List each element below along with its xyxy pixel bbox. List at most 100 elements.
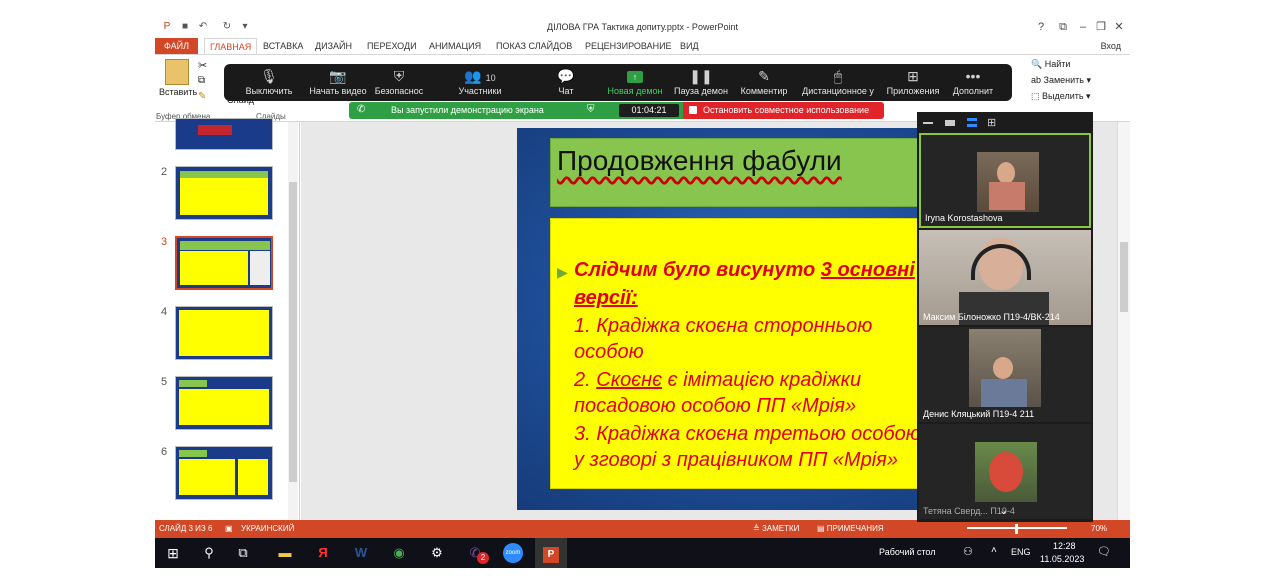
start-button[interactable]: ⊞ xyxy=(157,538,189,568)
chat-button[interactable]: 💬 Чат xyxy=(546,64,586,101)
stop-share-button[interactable]: Остановить совместное использование xyxy=(683,102,884,119)
task-view-icon[interactable]: ⧉ xyxy=(227,538,259,568)
clock-date[interactable]: 11.05.2023 xyxy=(1040,554,1084,564)
minimize-view-icon[interactable] xyxy=(923,122,933,124)
tab-transitions[interactable]: ПЕРЕХОДИ xyxy=(362,38,422,54)
sign-in-link[interactable]: Вход xyxy=(1101,38,1121,54)
more-button[interactable]: ••• Дополнит xyxy=(946,64,1000,101)
tab-design[interactable]: ДИЗАЙН xyxy=(310,38,357,54)
paste-icon[interactable] xyxy=(165,59,189,85)
participant-tile[interactable]: Iryna Korostashova xyxy=(919,133,1091,228)
powerpoint-taskbar-icon[interactable]: P xyxy=(535,538,567,568)
chevron-up-icon[interactable]: ˄ xyxy=(991,545,997,556)
slide-thumbnail-selected[interactable] xyxy=(175,236,273,290)
slide-thumbnail[interactable] xyxy=(175,118,273,150)
phone-icon: ✆ xyxy=(357,104,366,115)
powerpoint-logo-icon: P xyxy=(543,547,559,563)
minimize-icon[interactable]: – xyxy=(1074,20,1092,34)
replace-button[interactable]: ab Заменить ▾ xyxy=(1031,75,1091,86)
strip-view-icon[interactable] xyxy=(967,118,977,127)
tab-insert[interactable]: ВСТАВКА xyxy=(258,38,308,54)
scrollbar-thumb[interactable] xyxy=(289,182,297,482)
spellcheck-icon[interactable]: ▣ xyxy=(225,520,233,538)
zoom-slider-thumb[interactable] xyxy=(1015,524,1018,534)
apps-button[interactable]: ⊞ Приложения xyxy=(882,64,944,101)
mute-button[interactable]: 🎙 Выключить xyxy=(238,64,300,101)
maximize-icon[interactable]: ❐ xyxy=(1092,20,1110,34)
format-painter-icon[interactable]: ✎ xyxy=(198,91,206,102)
chrome-icon[interactable]: ◉ xyxy=(383,538,415,568)
zoom-logo: zoom xyxy=(503,543,523,563)
language-indicator[interactable]: ENG xyxy=(1011,547,1031,557)
slide-thumbnail[interactable] xyxy=(175,376,273,430)
tab-slideshow[interactable]: ПОКАЗ СЛАЙДОВ xyxy=(491,38,577,54)
annotate-button[interactable]: ✎ Комментир xyxy=(736,64,792,101)
participants-button[interactable]: 👥 10 Участники xyxy=(450,64,510,101)
participants-icon: 👥 10 xyxy=(464,68,496,84)
notes-button[interactable]: ≜ ЗАМЕТКИ xyxy=(753,520,799,538)
tab-file[interactable]: ФАЙЛ xyxy=(155,38,199,54)
replace-label: Заменить xyxy=(1043,75,1084,85)
scrollbar-thumb[interactable] xyxy=(1120,242,1128,312)
zoom-app-icon[interactable]: zoom xyxy=(497,538,529,568)
thumb-title-block xyxy=(198,125,232,135)
slide-thumbnails-pane: 2 3 4 5 6 xyxy=(155,118,300,520)
select-button[interactable]: ⬚ Выделить ▾ xyxy=(1031,91,1091,102)
slide-line: версії: xyxy=(574,287,638,309)
canvas-scrollbar[interactable] xyxy=(1117,122,1130,520)
people-icon[interactable]: ⚇ xyxy=(963,545,973,558)
notifications-icon[interactable]: 🗨 xyxy=(1097,545,1111,558)
comments-label: ПРИМЕЧАНИЯ xyxy=(826,524,884,533)
copy-icon[interactable]: ⧉ xyxy=(198,75,205,86)
language-indicator[interactable]: УКРАИНСКИЙ xyxy=(241,520,294,538)
mouse-icon: 🖱 xyxy=(833,68,843,84)
pause-share-button[interactable]: ❚❚ Пауза демон xyxy=(672,64,730,101)
tab-view[interactable]: ВИД xyxy=(675,38,704,54)
participants-gallery: ⊞ Iryna Korostashova Максим Білоножко П1… xyxy=(917,112,1093,522)
slide-line: особою xyxy=(574,341,644,363)
security-button[interactable]: ⛨ Безопаснос xyxy=(372,64,426,101)
tab-animation[interactable]: АНИМАЦИЯ xyxy=(424,38,486,54)
clock-time[interactable]: 12:28 xyxy=(1053,541,1076,551)
slide-line: посадовою особою ПП «Мрія» xyxy=(574,395,857,417)
ribbon-options-icon[interactable]: ⧉ xyxy=(1054,20,1072,34)
slide-thumbnail[interactable] xyxy=(175,306,273,360)
remote-control-button[interactable]: 🖱 Дистанционное у xyxy=(798,64,878,101)
participant-tile[interactable]: Максим Білоножко П19-4/ВК-214 xyxy=(919,230,1091,325)
start-video-label: Начать видео xyxy=(309,86,367,96)
thumb-content-block xyxy=(180,251,248,285)
headphones-icon xyxy=(971,244,1031,280)
tab-review[interactable]: РЕЦЕНЗИРОВАНИЕ xyxy=(580,38,677,54)
slide-thumbnail[interactable] xyxy=(175,446,273,500)
file-explorer-icon[interactable]: ▬ xyxy=(269,538,301,568)
slide-counter: СЛАЙД 3 ИЗ 6 xyxy=(159,524,213,533)
zoom-level[interactable]: 70% xyxy=(1091,520,1107,538)
cut-icon[interactable]: ✂ xyxy=(198,59,207,72)
word-icon[interactable]: W xyxy=(345,538,377,568)
viber-icon[interactable]: ✆ 2 xyxy=(459,538,491,568)
tab-home[interactable]: ГЛАВНАЯ xyxy=(204,38,258,54)
chevron-down-icon[interactable]: ⌄ xyxy=(999,504,1008,517)
find-button[interactable]: 🔍 Найти xyxy=(1031,59,1070,70)
slide-title: Продовження фабули xyxy=(557,145,842,176)
speaker-view-icon[interactable] xyxy=(945,120,955,126)
slide-number: 3 xyxy=(161,236,168,248)
desktop-toolbar-label[interactable]: Рабочий стол xyxy=(879,547,936,557)
start-video-button[interactable]: 📷 Начать видео xyxy=(306,64,370,101)
help-icon[interactable]: ? xyxy=(1032,20,1050,34)
thumb-content-block xyxy=(179,459,235,495)
paste-label[interactable]: Вставить xyxy=(159,87,197,97)
new-share-button[interactable]: ↑ Новая демон xyxy=(604,64,666,101)
participant-tile[interactable]: Денис Кляцький П19-4 211 xyxy=(919,327,1091,422)
mute-label: Выключить xyxy=(245,86,293,96)
slide-thumbnail[interactable] xyxy=(175,166,273,220)
search-icon[interactable]: ⚲ xyxy=(193,538,225,568)
thumbnails-scrollbar[interactable] xyxy=(288,122,298,520)
grid-view-icon[interactable]: ⊞ xyxy=(987,116,996,129)
settings-gear-icon[interactable]: ⚙ xyxy=(421,538,453,568)
participant-tile[interactable]: Тетяна Сверд... П19-4 ⌄ xyxy=(919,424,1091,519)
comments-button[interactable]: ▤ ПРИМЕЧАНИЯ xyxy=(817,520,884,538)
close-icon[interactable]: ✕ xyxy=(1110,20,1128,34)
yandex-browser-icon[interactable]: Я xyxy=(307,538,339,568)
find-label: Найти xyxy=(1044,59,1071,69)
